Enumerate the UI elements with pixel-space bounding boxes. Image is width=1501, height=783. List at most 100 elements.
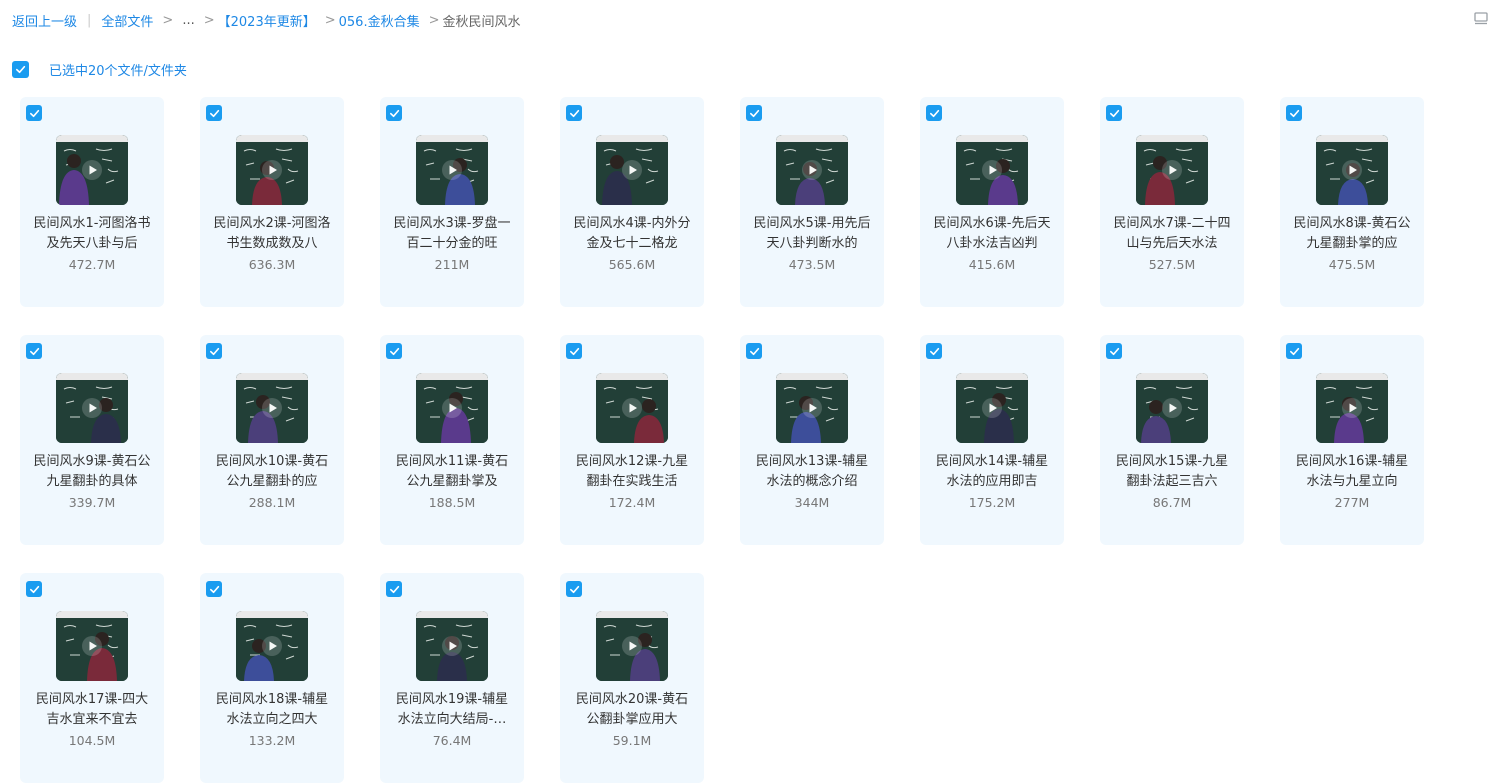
file-name: 民间风水18课-辅星水法立向之四大	[215, 692, 329, 727]
file-size: 473.5M	[788, 257, 836, 272]
file-card[interactable]: 民间风水9课-黄石公九星翻卦的具体 339.7M	[20, 335, 164, 545]
check-icon	[569, 109, 579, 117]
check-icon	[209, 585, 219, 593]
file-name: 民间风水6课-先后天八卦水法吉凶判	[933, 216, 1051, 251]
check-icon	[29, 585, 39, 593]
file-size: 472.7M	[68, 257, 116, 272]
check-icon	[209, 109, 219, 117]
file-card[interactable]: 民间风水3课-罗盘一百二十分金的旺 211M	[380, 97, 524, 307]
play-icon	[1342, 398, 1362, 418]
play-icon	[82, 398, 102, 418]
play-icon	[442, 636, 462, 656]
file-checkbox[interactable]	[26, 581, 42, 597]
play-icon	[82, 636, 102, 656]
selection-count: 已选中20个文件/文件夹	[49, 64, 187, 79]
file-card[interactable]: 民间风水11课-黄石公九星翻卦掌及 188.5M	[380, 335, 524, 545]
file-checkbox[interactable]	[566, 581, 582, 597]
play-icon	[82, 160, 102, 180]
file-checkbox[interactable]	[566, 343, 582, 359]
file-card[interactable]: 民间风水15课-九星翻卦法起三吉六 86.7M	[1100, 335, 1244, 545]
file-size: 415.6M	[968, 257, 1016, 272]
video-thumbnail	[416, 611, 488, 681]
file-checkbox[interactable]	[926, 343, 942, 359]
breadcrumb: 返回上一级 | 全部文件 > ... > 【2023年更新】 > 056.金秋合…	[12, 10, 521, 30]
file-card[interactable]: 民间风水5课-用先后天八卦判断水的 473.5M	[740, 97, 884, 307]
file-checkbox[interactable]	[386, 343, 402, 359]
check-icon	[929, 109, 939, 117]
video-thumbnail	[596, 135, 668, 205]
file-card[interactable]: 民间风水19课-辅星水法立向大结局-… 76.4M	[380, 573, 524, 783]
file-card[interactable]: 民间风水16课-辅星水法与九星立向 277M	[1280, 335, 1424, 545]
play-icon	[442, 160, 462, 180]
file-name: 民间风水5课-用先后天八卦判断水的	[753, 216, 871, 251]
file-checkbox[interactable]	[26, 343, 42, 359]
video-thumbnail	[956, 135, 1028, 205]
file-card[interactable]: 民间风水8课-黄石公九星翻卦掌的应 475.5M	[1280, 97, 1424, 307]
file-name: 民间风水9课-黄石公九星翻卦的具体	[33, 454, 151, 489]
file-name: 民间风水7课-二十四山与先后天水法	[1113, 216, 1231, 251]
file-name: 民间风水1-河图洛书及先天八卦与后	[33, 216, 151, 251]
breadcrumb-separator: >	[203, 12, 215, 28]
file-size: 475.5M	[1328, 257, 1376, 272]
video-thumbnail	[596, 611, 668, 681]
check-icon	[929, 347, 939, 355]
video-thumbnail	[416, 135, 488, 205]
file-card[interactable]: 民间风水14课-辅星水法的应用即吉 175.2M	[920, 335, 1064, 545]
check-icon	[389, 347, 399, 355]
file-card[interactable]: 民间风水18课-辅星水法立向之四大 133.2M	[200, 573, 344, 783]
play-icon	[622, 398, 642, 418]
file-card[interactable]: 民间风水13课-辅星水法的概念介绍 344M	[740, 335, 884, 545]
play-icon	[262, 636, 282, 656]
file-card[interactable]: 民间风水2课-河图洛书生数成数及八 636.3M	[200, 97, 344, 307]
video-thumbnail	[236, 135, 308, 205]
file-size: 344M	[794, 495, 830, 510]
video-thumbnail	[596, 373, 668, 443]
file-card[interactable]: 民间风水17课-四大吉水宜来不宜去 104.5M	[20, 573, 164, 783]
file-card[interactable]: 民间风水4课-内外分金及七十二格龙 565.6M	[560, 97, 704, 307]
file-card[interactable]: 民间风水20课-黄石公翻卦掌应用大 59.1M	[560, 573, 704, 783]
list-view-icon[interactable]	[1473, 11, 1489, 27]
file-checkbox[interactable]	[926, 105, 942, 121]
check-icon	[1289, 109, 1299, 117]
file-checkbox[interactable]	[1286, 105, 1302, 121]
play-icon	[622, 636, 642, 656]
file-name: 民间风水15课-九星翻卦法起三吉六	[1115, 454, 1229, 489]
video-thumbnail	[1136, 135, 1208, 205]
file-checkbox[interactable]	[386, 105, 402, 121]
file-size: 188.5M	[428, 495, 476, 510]
check-icon	[29, 347, 39, 355]
breadcrumb-folder-2023[interactable]: 【2023年更新】	[218, 11, 316, 30]
file-checkbox[interactable]	[206, 343, 222, 359]
file-checkbox[interactable]	[746, 105, 762, 121]
file-card[interactable]: 民间风水7课-二十四山与先后天水法 527.5M	[1100, 97, 1244, 307]
file-card[interactable]: 民间风水10课-黄石公九星翻卦的应 288.1M	[200, 335, 344, 545]
breadcrumb-folder-jinqiu[interactable]: 056.金秋合集	[339, 11, 420, 30]
file-size: 104.5M	[68, 733, 116, 748]
breadcrumb-ellipsis[interactable]: ...	[182, 13, 194, 28]
file-card[interactable]: 民间风水1-河图洛书及先天八卦与后 472.7M	[20, 97, 164, 307]
file-size: 86.7M	[1152, 495, 1192, 510]
file-checkbox[interactable]	[1286, 343, 1302, 359]
file-checkbox[interactable]	[1106, 343, 1122, 359]
file-checkbox[interactable]	[566, 105, 582, 121]
play-icon	[262, 160, 282, 180]
file-name: 民间风水4课-内外分金及七十二格龙	[573, 216, 691, 251]
file-checkbox[interactable]	[1106, 105, 1122, 121]
back-link[interactable]: 返回上一级	[12, 11, 77, 30]
file-checkbox[interactable]	[746, 343, 762, 359]
file-checkbox[interactable]	[26, 105, 42, 121]
breadcrumb-all-files[interactable]: 全部文件	[101, 11, 153, 30]
file-card[interactable]: 民间风水6课-先后天八卦水法吉凶判 415.6M	[920, 97, 1064, 307]
file-checkbox[interactable]	[206, 105, 222, 121]
file-checkbox[interactable]	[386, 581, 402, 597]
play-icon	[802, 398, 822, 418]
breadcrumb-current: 金秋民间风水	[442, 14, 521, 30]
video-thumbnail	[56, 135, 128, 205]
breadcrumb-separator: >	[162, 12, 174, 28]
select-all-checkbox[interactable]	[12, 61, 29, 78]
file-card[interactable]: 民间风水12课-九星翻卦在实践生活 172.4M	[560, 335, 704, 545]
video-thumbnail	[776, 135, 848, 205]
file-size: 175.2M	[968, 495, 1016, 510]
file-size: 277M	[1334, 495, 1370, 510]
file-checkbox[interactable]	[206, 581, 222, 597]
